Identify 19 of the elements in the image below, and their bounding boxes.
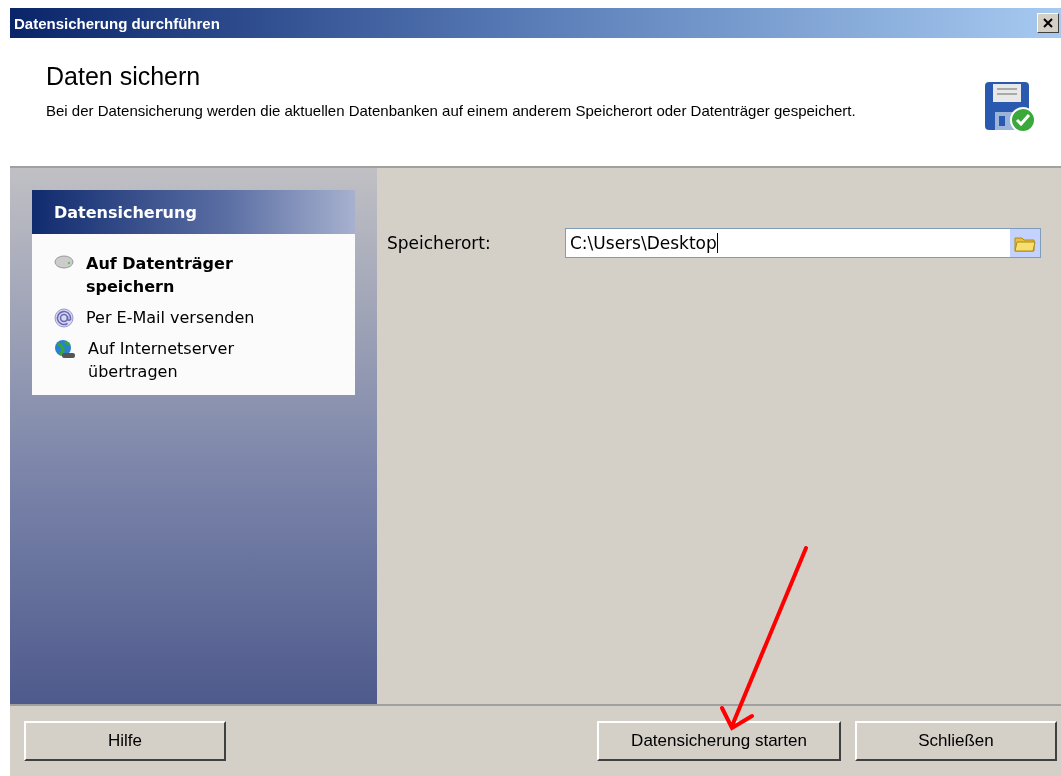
window-title: Datensicherung durchführen — [14, 14, 220, 32]
location-field[interactable]: C:\Users\Desktop — [565, 228, 1041, 258]
page-title: Daten sichern — [46, 62, 202, 91]
globe-icon — [54, 339, 76, 359]
start-backup-button[interactable]: Datensicherung starten — [597, 721, 841, 761]
description-text: Bei der Datensicherung werden die aktuellen Datenbanken auf einem anderem Speicherort oder Datenträger gespeichert. — [46, 101, 857, 121]
folder-icon — [1014, 234, 1036, 252]
close-button[interactable] — [1037, 13, 1059, 33]
close-dialog-button[interactable]: Schließen — [855, 721, 1057, 761]
help-button[interactable]: Hilfe — [24, 721, 226, 761]
sidebar-item[interactable]: Per E-Mail versenden — [54, 306, 345, 329]
sidebar-item[interactable]: Auf Internetserver übertragen — [54, 337, 345, 383]
close-icon — [1042, 17, 1054, 29]
floppy-disk-check-icon — [983, 80, 1037, 134]
card-title: Datensicherung — [54, 202, 197, 222]
at-sign-icon — [54, 308, 74, 328]
drive-icon — [54, 254, 74, 270]
field-label: Speicherort: — [387, 233, 492, 253]
sidebar-item[interactable]: Auf Datenträger speichern — [54, 252, 345, 298]
